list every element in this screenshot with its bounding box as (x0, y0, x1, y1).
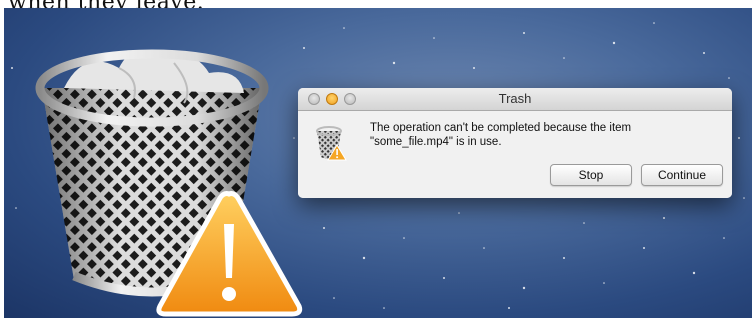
trash-alert-icon (316, 126, 347, 161)
stop-button[interactable]: Stop (550, 164, 632, 186)
continue-button[interactable]: Continue (641, 164, 723, 186)
dialog-titlebar: Trash (298, 88, 732, 111)
dialog-title: Trash (498, 91, 532, 106)
dialog-body: The operation can't be completed because… (298, 111, 732, 198)
alert-message: The operation can't be completed because… (370, 122, 632, 148)
trash-alert-dialog: Trash The operation can't be completed b… (298, 88, 732, 198)
warning-triangle-icon (156, 191, 303, 317)
desktop-background: Trash The operation can't be completed b… (4, 8, 752, 318)
